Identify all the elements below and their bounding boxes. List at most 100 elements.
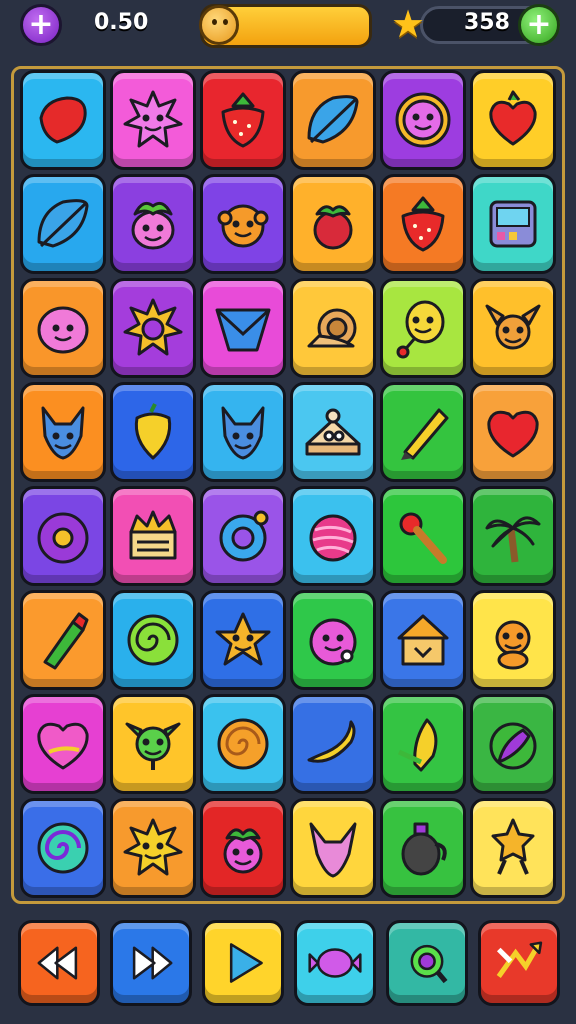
plus-icon: + [526,7,552,42]
tile-r4-c2[interactable] [110,382,196,482]
blue-leaf-icon [307,95,359,144]
sun-flower-icon [123,298,183,356]
strawberry-icon [401,196,445,252]
fast-forward-button[interactable] [110,920,192,1006]
tile-r6-c2[interactable] [110,590,196,690]
search-button[interactable] [386,920,468,1006]
palm-tree-icon [485,516,541,563]
tile-r2-c2[interactable] [110,174,196,274]
tile-r8-c2[interactable] [110,798,196,898]
radish-icon [223,828,263,874]
tile-r4-c5[interactable] [380,382,466,482]
tile-r1-c4[interactable] [290,70,376,170]
eggplant-icon [489,722,537,770]
play-button[interactable] [202,920,284,1006]
tile-r2-c4[interactable] [290,174,376,274]
tile-r5-c3[interactable] [200,486,286,586]
pink-creature-icon [309,618,357,666]
tile-r1-c2[interactable] [110,70,196,170]
tile-r7-c3[interactable] [200,694,286,794]
star-face-icon [215,612,271,666]
fast-forward-icon [132,946,173,980]
tile-r2-c6[interactable] [470,174,556,274]
tile-r5-c4[interactable] [290,486,376,586]
tile-r1-c3[interactable] [200,70,286,170]
tile-r5-c5[interactable] [380,486,466,586]
tile-r7-c4[interactable] [290,694,376,794]
tile-r2-c1[interactable] [20,174,106,274]
banana-icon [307,720,356,763]
candy-icon [308,948,362,978]
leaf-heart-icon [39,96,87,144]
tile-r1-c5[interactable] [380,70,466,170]
tile-r8-c6[interactable] [470,798,556,898]
snail-icon [307,308,357,348]
orange-bear-icon [495,620,531,670]
tile-r7-c1[interactable] [20,694,106,794]
star-icon: ★ [390,2,426,46]
tile-r8-c1[interactable] [20,798,106,898]
blue-leaf-icon [37,199,89,248]
tile-r4-c4[interactable] [290,382,376,482]
candy-ball-icon [309,514,357,562]
tile-r7-c6[interactable] [470,694,556,794]
shuffle-button[interactable] [478,920,560,1006]
tile-r6-c3[interactable] [200,590,286,690]
tile-r8-c4[interactable] [290,798,376,898]
cake-slice-icon [305,408,361,456]
tile-r4-c1[interactable] [20,382,106,482]
tile-r3-c3[interactable] [200,278,286,378]
sun-creature-icon [123,90,183,148]
blue-fox-icon [221,406,265,460]
yellow-pepper-icon [134,403,172,460]
pot-icon [401,822,447,876]
tile-r3-c1[interactable] [20,278,106,378]
tile-r8-c3[interactable] [200,798,286,898]
green-spiral-icon [127,614,179,666]
pink-fox-icon [309,822,357,878]
heart-fruit-icon [489,90,537,146]
blue-ring-icon [219,510,269,562]
tile-r1-c6[interactable] [470,70,556,170]
tile-r3-c6[interactable] [470,278,556,378]
candy-button[interactable] [294,920,376,1006]
tile-r8-c5[interactable] [380,798,466,898]
blue-fox-icon [41,406,85,460]
crown-box-icon [129,510,177,560]
tile-r6-c5[interactable] [380,590,466,690]
shuffle-icon [496,941,543,978]
tile-r3-c2[interactable] [110,278,196,378]
house-box-icon [397,614,449,666]
swirl-icon [37,822,89,874]
tile-r2-c3[interactable] [200,174,286,274]
tile-r1-c1[interactable] [20,70,106,170]
tile-r5-c2[interactable] [110,486,196,586]
play-icon [229,943,263,983]
raspberry-icon [313,205,353,250]
tablet-icon [489,200,537,248]
score-value: 0.50 [94,10,149,35]
tile-r3-c5[interactable] [380,278,466,378]
green-crayon-icon [43,612,89,670]
energy-bar [199,4,372,48]
tile-r4-c3[interactable] [200,382,286,482]
tile-r7-c5[interactable] [380,694,466,794]
add-coins-button[interactable]: + [518,4,560,46]
turnip-face-icon [131,201,175,250]
tile-r4-c6[interactable] [470,382,556,482]
rewind-button[interactable] [18,920,100,1006]
tile-r6-c6[interactable] [470,590,556,690]
orange-creature-icon [217,204,269,248]
sun-face-icon [123,818,183,876]
tile-r3-c4[interactable] [290,278,376,378]
pencil-icon [401,408,449,460]
tile-r6-c4[interactable] [290,590,376,690]
add-button[interactable]: + [20,4,62,46]
tile-r5-c1[interactable] [20,486,106,586]
energy-face-icon [199,5,239,45]
blue-envelope-icon [215,308,271,352]
tile-r6-c1[interactable] [20,590,106,690]
tile-r2-c5[interactable] [380,174,466,274]
tile-r7-c2[interactable] [110,694,196,794]
tile-r5-c6[interactable] [470,486,556,586]
